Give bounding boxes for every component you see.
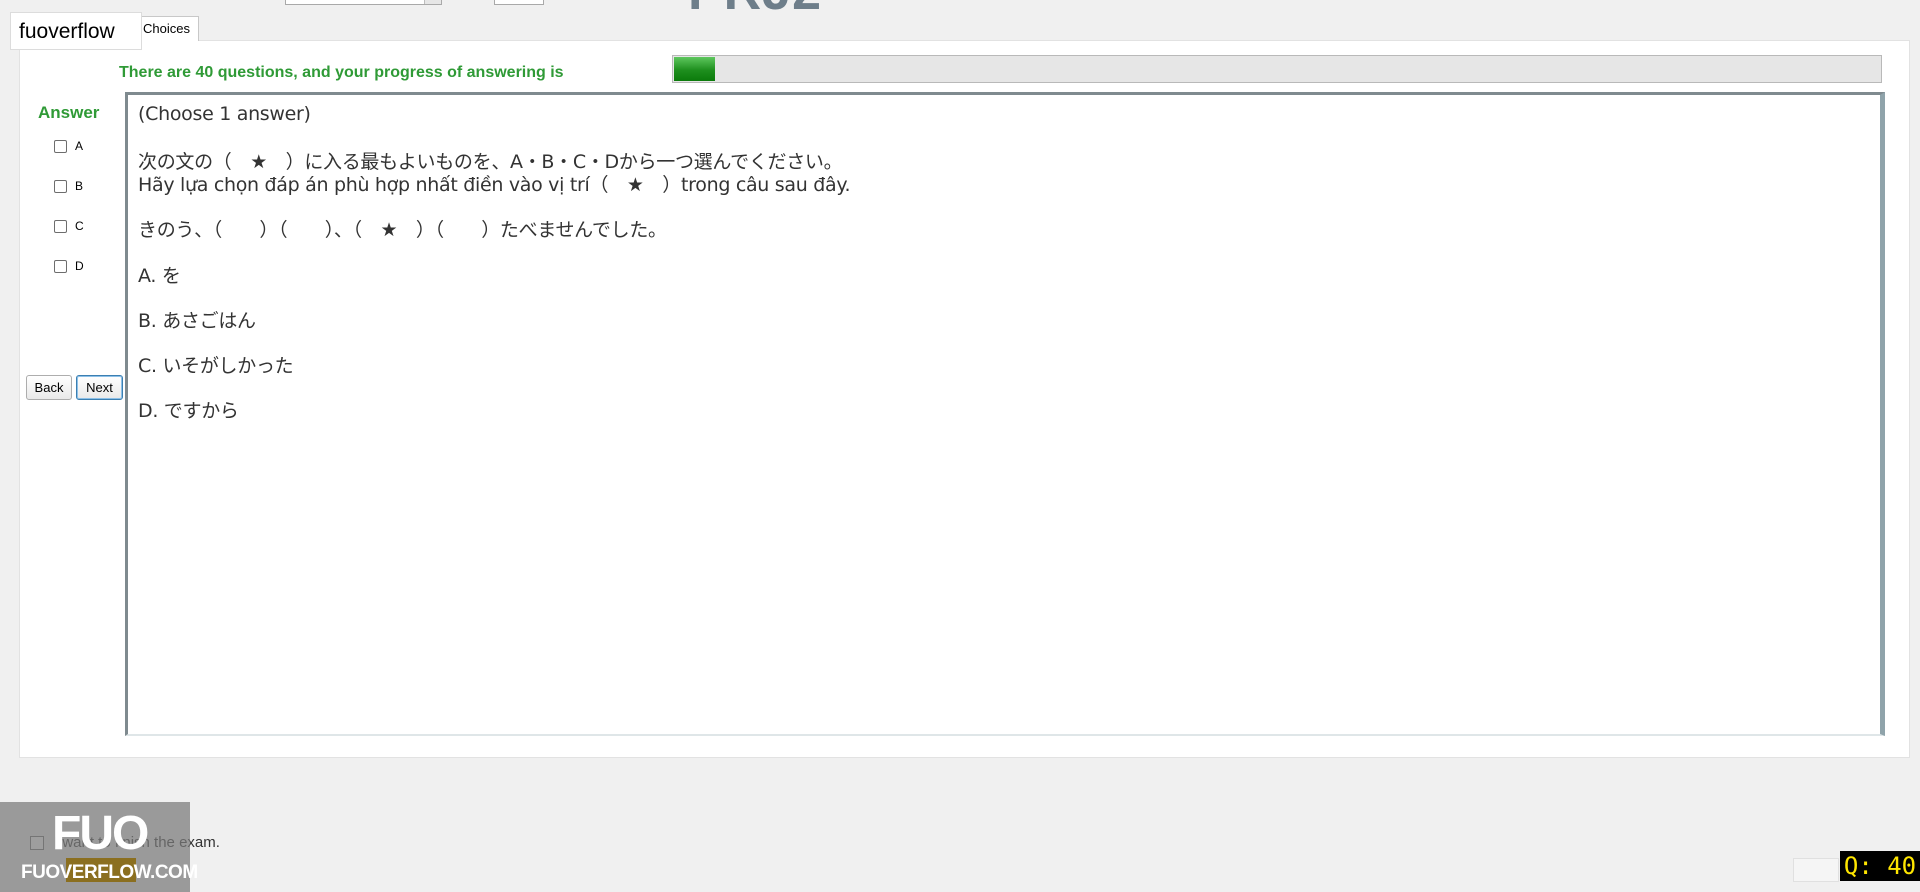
choice-d: D. ですから xyxy=(138,400,239,422)
progress-label: There are 40 questions, and your progres… xyxy=(119,64,564,81)
checkbox-c[interactable] xyxy=(54,219,67,233)
option-c-label: C xyxy=(75,219,84,233)
choice-c: C. いそがしかった xyxy=(138,355,294,377)
checkbox-b[interactable] xyxy=(54,179,67,193)
answer-option-d[interactable]: D xyxy=(54,259,84,273)
next-button[interactable]: Next xyxy=(76,375,123,400)
checkbox-d[interactable] xyxy=(54,259,67,273)
answer-option-c[interactable]: C xyxy=(54,219,84,233)
question-counter: Q: 40 xyxy=(1840,851,1920,881)
brand-text: fuoverflow xyxy=(19,20,115,43)
top-textbox[interactable] xyxy=(494,0,544,5)
option-b-label: B xyxy=(75,179,84,193)
back-button[interactable]: Back xyxy=(26,375,72,400)
option-a-label: A xyxy=(75,139,84,153)
exam-code-title: PRJ2 xyxy=(688,0,822,22)
dropdown-arrow-icon xyxy=(424,0,441,4)
question-sentence: きのう、（ ）（ ）、（ ★ ）（ ）たべませんでした。 xyxy=(138,219,667,241)
choice-a: A. を xyxy=(138,265,181,287)
watermark-small-text: FUOVERFLOW.COM xyxy=(21,862,198,883)
progress-fill xyxy=(674,57,716,81)
watermark-logo: FUO FUOVERFLOW.COM xyxy=(0,802,198,892)
tab-choices-label: Choices xyxy=(143,21,190,36)
answer-label: Answer xyxy=(38,103,100,122)
answer-option-a[interactable]: A xyxy=(54,139,83,153)
progress-bar xyxy=(672,55,1882,83)
exam-window: PRJ2 Choices fuoverflow There are 40 que… xyxy=(0,0,1920,892)
question-instruction: (Choose 1 answer) xyxy=(138,103,311,125)
tab-choices[interactable]: Choices xyxy=(137,16,199,41)
finish-button[interactable] xyxy=(1793,858,1839,882)
watermark-big-text: FUO xyxy=(52,807,149,860)
answer-option-b[interactable]: B xyxy=(54,179,83,193)
brand-label: fuoverflow xyxy=(10,12,142,50)
choice-b: B. あさごはん xyxy=(138,310,256,332)
question-prompt-vi: Hãy lựa chọn đáp án phù hợp nhất điền và… xyxy=(138,174,851,196)
option-d-label: D xyxy=(75,259,84,273)
checkbox-a[interactable] xyxy=(54,139,67,153)
top-dropdown[interactable] xyxy=(285,0,442,5)
question-panel: (Choose 1 answer) 次の文の（ ★ ）に入る最もよいものを、A・… xyxy=(125,92,1885,736)
